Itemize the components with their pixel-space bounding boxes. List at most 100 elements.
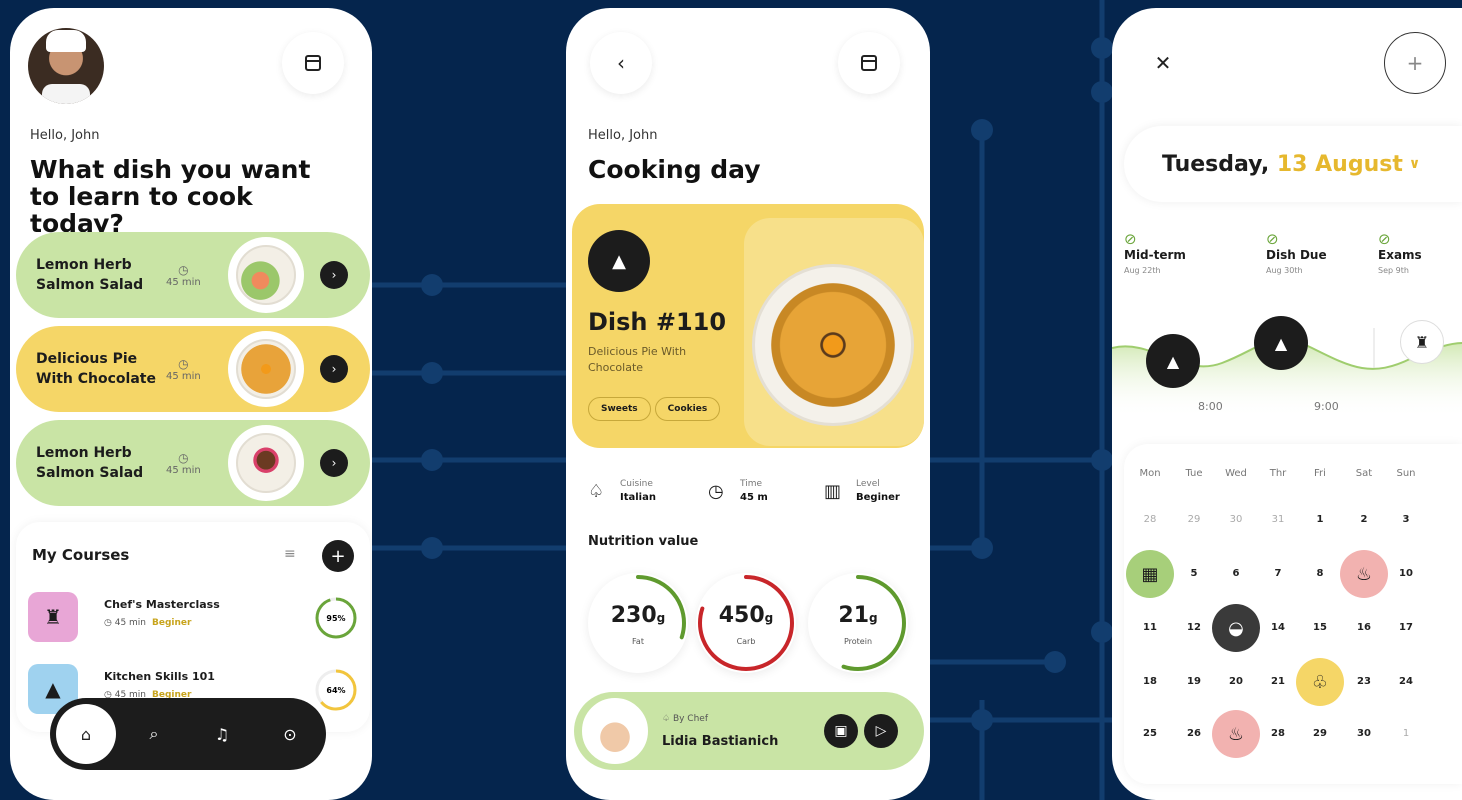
course-item[interactable]: ♜ Chef's Masterclass ◷ 45 min Beginer 95%	[28, 592, 358, 646]
calendar-day[interactable]: 5	[1174, 568, 1214, 579]
event-item[interactable]: ⊘ Exams Sep 9th	[1378, 230, 1422, 275]
dish-detail-screen: ‹ Hello, John Cooking day ▲ Dish #110 De…	[566, 8, 930, 800]
roast-chicken-icon: ♧	[1311, 671, 1329, 693]
add-button[interactable]: +	[1384, 32, 1446, 94]
dish-info-row: ♤ Cuisine Italian ◷ Time 45 m ▥ Level Beginer	[588, 466, 928, 516]
check-icon: ⊘	[1124, 230, 1137, 248]
chef-avatar	[582, 698, 648, 764]
weekday-label: Wed	[1225, 468, 1247, 479]
gallery-icon: ▣	[834, 723, 848, 739]
tag[interactable]: Cookies	[654, 397, 721, 421]
calendar-day[interactable]: 7	[1258, 568, 1298, 579]
nutrient-label: Fat	[632, 637, 644, 646]
tab-search[interactable]: ⌕	[124, 704, 184, 764]
dish-card[interactable]: Delicious Pie With Chocolate ◷ 45 min ›	[16, 326, 370, 412]
calendar-day[interactable]: 1	[1386, 728, 1426, 739]
nutrient-gauge: 450g Carb	[696, 573, 796, 673]
dish-card[interactable]: Lemon Herb Salmon Salad ◷ 45 min ›	[16, 420, 370, 506]
calendar-day[interactable]: 20	[1216, 676, 1256, 687]
event-item[interactable]: ⊘ Dish Due Aug 30th	[1266, 230, 1327, 275]
course-time: 45 min	[114, 618, 147, 628]
clock-icon: ◷	[708, 480, 724, 502]
calendar-day[interactable]: 26	[1174, 728, 1214, 739]
calendar-day[interactable]: 10	[1386, 568, 1426, 579]
open-dish-button[interactable]: ›	[320, 449, 348, 477]
tab-notifications[interactable]: ♫	[192, 704, 252, 764]
time-label: 9:00	[1314, 400, 1339, 413]
avatar[interactable]	[28, 28, 104, 104]
dish-card[interactable]: Lemon Herb Salmon Salad ◷ 45 min ›	[16, 232, 370, 318]
pie-icon: ♨	[1355, 563, 1373, 585]
month-calendar: Mon Tue Wed Thr Fri Sat Sun 28 29 30 31 1 2 3 ▦ 5 6 7 8 ♨ 10…	[1124, 444, 1462, 784]
chevron-right-icon: ›	[331, 268, 337, 282]
timeline-event-cloche[interactable]: ▲	[1146, 334, 1200, 388]
calendar-day[interactable]: 25	[1130, 728, 1170, 739]
calendar-button[interactable]	[838, 32, 900, 94]
course-title: Chef's Masterclass	[104, 598, 220, 611]
calendar-day-event[interactable]: ♨	[1340, 550, 1388, 598]
calendar-day-event[interactable]: ♧	[1296, 658, 1344, 706]
calendar-day[interactable]: 8	[1300, 568, 1340, 579]
calendar-day-event[interactable]: ▦	[1126, 550, 1174, 598]
calendar-day[interactable]: 29	[1174, 514, 1214, 525]
chevron-down-icon: ∨	[1408, 156, 1421, 172]
tab-settings[interactable]: ⊙	[260, 704, 320, 764]
calendar-day[interactable]: 28	[1130, 514, 1170, 525]
timeline-event-cloche[interactable]: ▲	[1254, 316, 1308, 370]
event-item[interactable]: ⊘ Mid-term Aug 22th	[1124, 230, 1186, 275]
tab-home[interactable]: ⌂	[56, 704, 116, 764]
calendar-day[interactable]: 6	[1216, 568, 1256, 579]
weekday-label: Sat	[1355, 468, 1373, 479]
calendar-day[interactable]: 30	[1216, 514, 1256, 525]
headline: What dish you want to learn to cook toda…	[30, 155, 311, 238]
calendar-day[interactable]: 28	[1258, 728, 1298, 739]
calendar-day[interactable]: 31	[1258, 514, 1298, 525]
timeline-event-chef[interactable]: ♜	[1400, 320, 1444, 364]
play-button[interactable]: ▷	[864, 714, 898, 748]
date-day: Tuesday,	[1162, 151, 1270, 177]
calendar-day[interactable]: 12	[1174, 622, 1214, 633]
course-title: Kitchen Skills 101	[104, 670, 215, 683]
dish-time: 45 min	[166, 464, 201, 476]
section-title: Nutrition value	[588, 534, 699, 549]
calendar-day[interactable]: 17	[1386, 622, 1426, 633]
calendar-day[interactable]: 2	[1344, 514, 1384, 525]
open-dish-button[interactable]: ›	[320, 355, 348, 383]
cloche-outline-icon: ♤	[588, 480, 605, 502]
search-icon: ⌕	[149, 724, 159, 743]
calendar-day[interactable]: 30	[1344, 728, 1384, 739]
chevron-left-icon: ‹	[617, 51, 625, 75]
calendar-day[interactable]: 29	[1300, 728, 1340, 739]
calendar-day[interactable]: 16	[1344, 622, 1384, 633]
bell-icon: ♫	[214, 724, 230, 744]
add-course-button[interactable]: +	[322, 540, 354, 572]
greeting: Hello, John	[588, 128, 658, 143]
gallery-button[interactable]: ▣	[824, 714, 858, 748]
tag[interactable]: Sweets	[588, 397, 651, 421]
close-button[interactable]: ✕	[1132, 32, 1194, 94]
back-button[interactable]: ‹	[590, 32, 652, 94]
info-value: 45 m	[740, 492, 768, 503]
filter-icon[interactable]: ≡	[284, 546, 296, 562]
calendar-day[interactable]: 11	[1130, 622, 1170, 633]
date-selector[interactable]: Tuesday, 13 August ∨	[1124, 126, 1462, 202]
bars-icon: ▥	[824, 480, 842, 502]
info-level: ▥ Level Beginer	[824, 466, 900, 516]
calendar-day[interactable]: 23	[1344, 676, 1384, 687]
calendar-button[interactable]	[282, 32, 344, 94]
chef-card[interactable]: ♤ By Chef Lidia Bastianich ▣ ▷	[574, 692, 924, 770]
calendar-day[interactable]: 3	[1386, 514, 1426, 525]
calendar-day[interactable]: 14	[1258, 622, 1298, 633]
open-dish-button[interactable]: ›	[320, 261, 348, 289]
calendar-day[interactable]: 18	[1130, 676, 1170, 687]
calendar-day[interactable]: 19	[1174, 676, 1214, 687]
calendar-day[interactable]: 15	[1300, 622, 1340, 633]
calendar-day[interactable]: 24	[1386, 676, 1426, 687]
calendar-day[interactable]: 1	[1300, 514, 1340, 525]
greeting: Hello, John	[30, 128, 100, 143]
calendar-day-event[interactable]: ♨	[1212, 710, 1260, 758]
calendar-day-event[interactable]: ◒	[1212, 604, 1260, 652]
dish-image	[228, 425, 304, 501]
cloche-icon: ▲	[588, 230, 650, 292]
calendar-day[interactable]: 21	[1258, 676, 1298, 687]
